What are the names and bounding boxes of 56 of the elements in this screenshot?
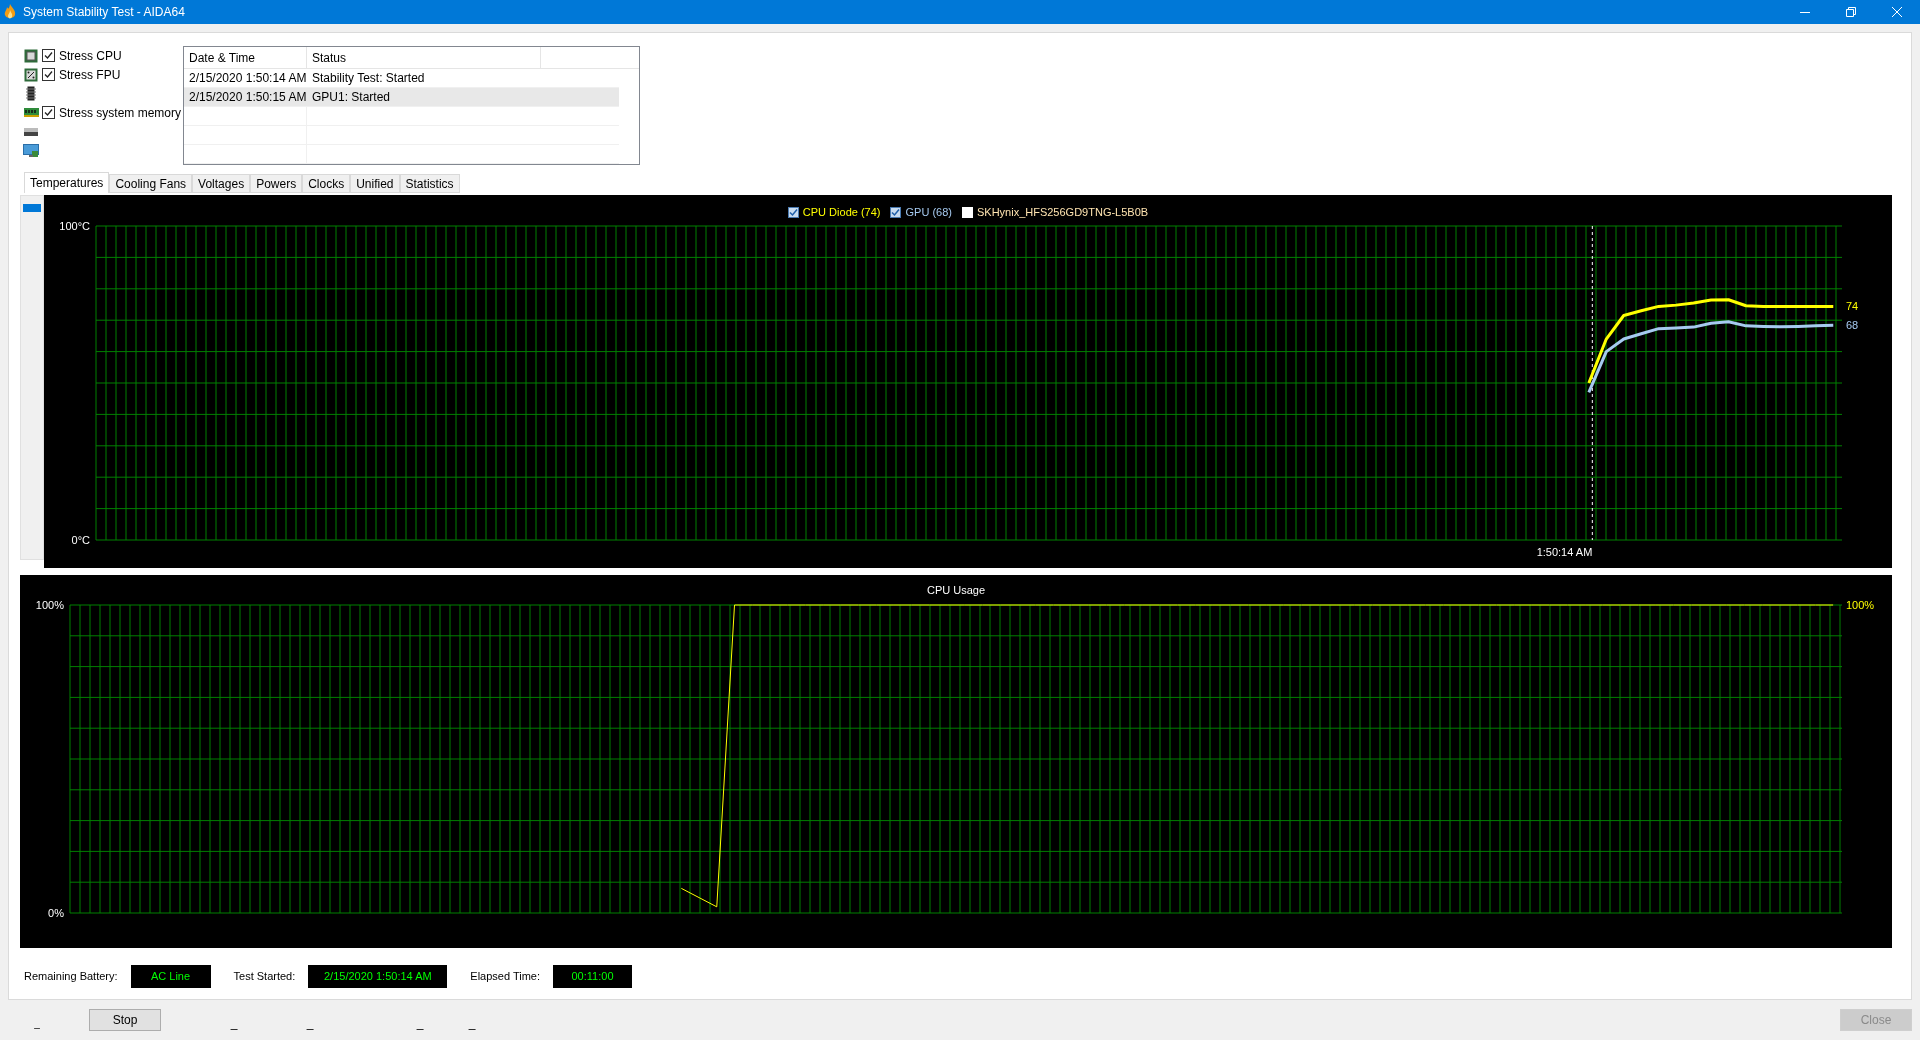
stress-checkbox[interactable] <box>42 106 55 119</box>
table-cell-text: 2/15/2020 1:50:14 AM <box>188 70 307 87</box>
window-title: System Stability Test - AIDA64 <box>23 4 185 21</box>
status-value: 00:11:00 <box>553 965 632 988</box>
tab[interactable]: Statistics <box>399 174 460 193</box>
restore-icon <box>1846 7 1856 17</box>
legend-label: GPU (68) <box>905 205 952 220</box>
legend-label: SKHynix_HFS256GD9TNG-L5B0B <box>976 205 1149 220</box>
status-mark: _ <box>306 1015 314 1032</box>
status-mark: _ <box>468 1015 476 1032</box>
value-label: 74 <box>1846 300 1859 313</box>
tab[interactable]: Clocks <box>302 174 351 193</box>
status-mark: _ <box>416 1015 424 1032</box>
value-label: 68 <box>1846 319 1859 332</box>
status-mark: _ <box>33 1016 41 1031</box>
legend-label: CPU Diode (74) <box>802 205 881 220</box>
axis-label: 100°C <box>59 220 90 232</box>
field-label: Test Started: <box>233 969 296 985</box>
axis-label: 0% <box>48 907 64 919</box>
checkbox-label: Stress FPU <box>59 66 121 84</box>
axis-label: 0°C <box>71 534 90 546</box>
status-mark: _ <box>230 1015 238 1032</box>
table-cell-text: 2/15/2020 1:50:15 AM <box>188 89 307 106</box>
value-label: 100% <box>1846 599 1875 611</box>
field-label: Remaining Battery: <box>24 969 118 985</box>
stress-checkbox[interactable] <box>42 49 55 62</box>
tab[interactable]: Powers <box>250 174 303 193</box>
cpu-chip-icon <box>24 48 38 63</box>
table-cell-text: GPU1: Started <box>311 89 392 106</box>
column-header[interactable]: Date & Time <box>184 47 307 68</box>
field-label: Elapsed Time: <box>470 969 540 985</box>
log-row[interactable]: 2/15/2020 1:50:15 AM GPU1: Started <box>184 88 619 107</box>
legend-checkbox[interactable] <box>787 206 799 218</box>
percent-chip-icon <box>24 67 38 82</box>
time-label: 1:50:14 AM <box>1536 546 1593 558</box>
chart-title: CPU Usage <box>925 583 987 598</box>
tab[interactable]: Unified <box>350 174 400 193</box>
monitor-icon <box>23 143 39 158</box>
drive-icon <box>24 127 38 136</box>
legend-checkbox[interactable] <box>890 206 902 218</box>
tab[interactable]: Voltages <box>192 174 251 193</box>
stop-button[interactable]: Stop <box>89 1009 161 1031</box>
stress-checkbox[interactable] <box>42 68 55 81</box>
memory-chip-icon <box>26 86 36 101</box>
table-cell-text: Stability Test: Started <box>311 70 426 87</box>
axis-label: 100% <box>35 599 64 611</box>
close-icon <box>1892 7 1902 17</box>
checkbox-label: Stress CPU <box>59 47 122 65</box>
flame-icon <box>3 4 17 20</box>
tab[interactable]: Cooling Fans <box>109 174 193 193</box>
status-value: AC Line <box>130 965 211 988</box>
tab[interactable]: Temperatures <box>24 172 110 193</box>
ram-module-icon <box>23 108 39 117</box>
checkbox-label: Stress system memory <box>59 104 181 122</box>
status-value: 2/15/2020 1:50:14 AM <box>308 965 448 988</box>
column-header[interactable]: Status <box>307 47 541 68</box>
